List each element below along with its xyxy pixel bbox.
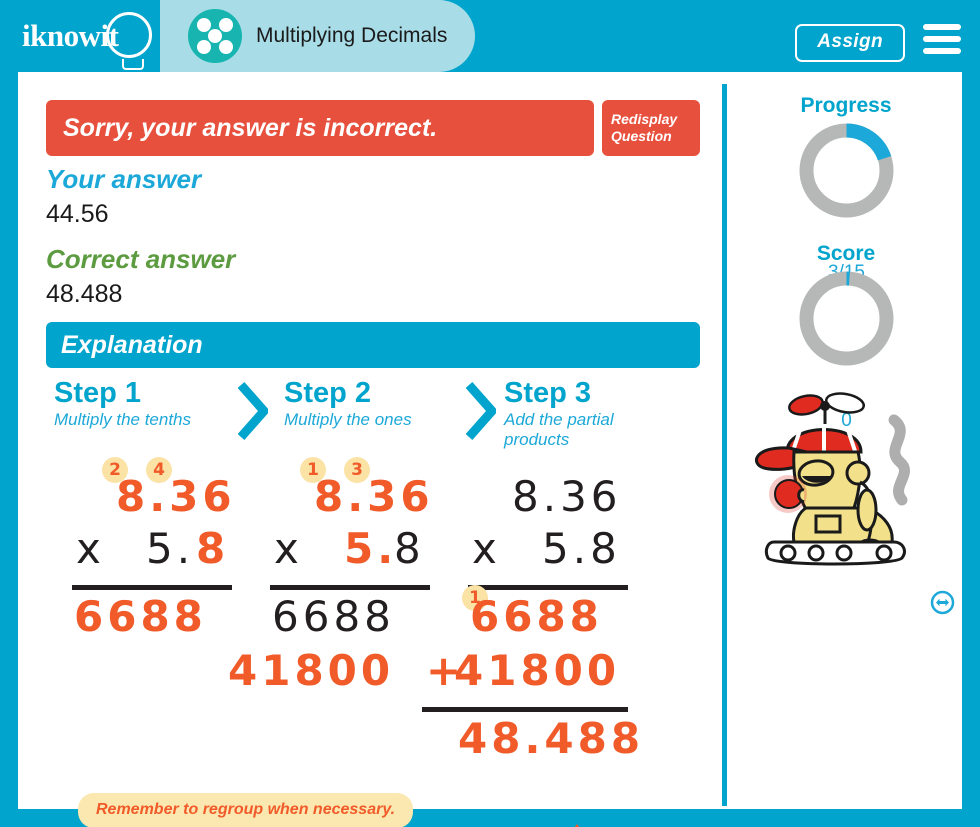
score-label: Score bbox=[816, 242, 876, 265]
redisplay-question-button[interactable]: Redisplay Question bbox=[602, 100, 700, 156]
step-1-product: 6688 bbox=[74, 592, 207, 641]
progress-ring: 3/15 bbox=[798, 122, 895, 283]
logo-wordmark: iknowit bbox=[22, 18, 119, 53]
app-header: iknowit Multiplying Decimals Assign bbox=[0, 0, 980, 72]
step-2-partial-2: 41800 bbox=[228, 646, 395, 695]
step-2-work: 1 3 8.36 x 5. 8 6688 41800 bbox=[228, 457, 486, 757]
step-2-multiplier-tenths: 8 bbox=[394, 524, 425, 573]
redisplay-line-1: Redisplay bbox=[611, 111, 678, 127]
steps-header-row: Step 1 Multiply the tenths Step 2 Multip… bbox=[46, 377, 706, 450]
step-3-rule-2 bbox=[422, 707, 628, 712]
chevron-right-icon-2 bbox=[465, 381, 499, 441]
step-2-operator: x bbox=[274, 524, 299, 573]
step-1-desc: Multiply the tenths bbox=[54, 410, 192, 429]
step-1-multiplier-ones: 5. bbox=[146, 524, 195, 573]
step-2-partial-1: 6688 bbox=[272, 592, 395, 641]
step-2-header: Step 2 Multiply the ones bbox=[284, 377, 469, 430]
step-3-addend-1: 6688 bbox=[470, 592, 603, 641]
step-1-operator: x bbox=[76, 524, 101, 573]
lesson-title-pill: Multiplying Decimals bbox=[160, 0, 476, 72]
hamburger-menu-icon[interactable] bbox=[923, 24, 961, 54]
lesson-title: Multiplying Decimals bbox=[256, 24, 448, 47]
step-1-rule bbox=[72, 585, 232, 590]
correct-answer-value: 48.488 bbox=[46, 280, 123, 308]
step-2-number: Step 2 bbox=[284, 377, 372, 409]
step-3-multiplier: 5.8 bbox=[542, 524, 621, 573]
chevron-right-icon-1 bbox=[237, 381, 271, 441]
step-3-rule-1 bbox=[468, 585, 628, 590]
your-answer-label: Your answer bbox=[46, 164, 202, 194]
step-1-header: Step 1 Multiply the tenths bbox=[54, 377, 239, 430]
correct-answer-label: Correct answer bbox=[46, 244, 236, 274]
step-1-work: 2 4 8.36 x 5. 8 6688 bbox=[58, 457, 288, 757]
regroup-note: Remember to regroup when necessary. bbox=[78, 793, 414, 827]
math-work-area: 2 4 8.36 x 5. 8 6688 1 3 8.36 x 5. 8 668… bbox=[18, 457, 722, 827]
step-3-sum: 48.488 bbox=[458, 714, 645, 763]
step-3-work: 8.36 x 5.8 1 6688 + 41800 48.488 bbox=[422, 457, 684, 763]
step-1-multiplier-tenths: 8 bbox=[196, 524, 230, 573]
step-3-addend-2: 41800 bbox=[454, 646, 621, 695]
robot-mascot-icon bbox=[744, 390, 954, 570]
your-answer-value: 44.56 bbox=[46, 200, 109, 228]
step-2-multiplicand: 8.36 bbox=[314, 472, 434, 521]
feedback-row: Sorry, your answer is incorrect. Redispl… bbox=[46, 100, 700, 156]
step-3-operator: x bbox=[472, 524, 497, 573]
progress-label: Progress bbox=[800, 94, 892, 117]
dots-circle-icon bbox=[188, 9, 242, 63]
panel-divider bbox=[722, 84, 727, 806]
step-1-multiplicand: 8.36 bbox=[116, 472, 236, 521]
step-3-multiplicand: 8.36 bbox=[512, 472, 622, 521]
app-root: iknowit Multiplying Decimals Assign Sorr… bbox=[0, 0, 980, 827]
redisplay-line-2: Question bbox=[611, 128, 672, 144]
step-3-desc: Add the partial products bbox=[504, 410, 614, 449]
step-2-multiplier-ones: 5. bbox=[344, 524, 398, 573]
explanation-heading: Explanation bbox=[46, 322, 700, 368]
content-panel: Sorry, your answer is incorrect. Redispl… bbox=[18, 72, 962, 827]
assign-button[interactable]: Assign bbox=[795, 24, 905, 62]
step-2-desc: Multiply the ones bbox=[284, 410, 412, 429]
score-ring: 0 bbox=[798, 270, 895, 431]
iknowit-logo[interactable]: iknowit bbox=[14, 6, 164, 70]
step-3-header: Step 3 Add the partial products bbox=[504, 377, 644, 450]
status-sidebar: Progress 3/15 Score 0 bbox=[730, 72, 962, 809]
step-1-number: Step 1 bbox=[54, 377, 142, 409]
step-3-number: Step 3 bbox=[504, 377, 592, 409]
main-content: Sorry, your answer is incorrect. Redispl… bbox=[18, 72, 722, 827]
left-right-arrows-icon[interactable] bbox=[930, 590, 955, 615]
feedback-banner: Sorry, your answer is incorrect. bbox=[46, 100, 594, 156]
step-2-rule bbox=[270, 585, 430, 590]
